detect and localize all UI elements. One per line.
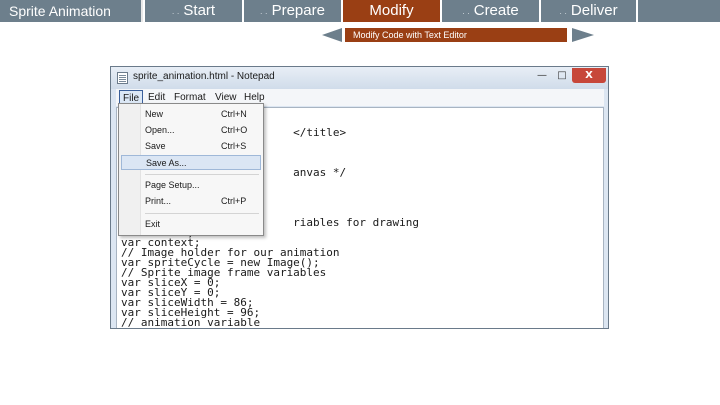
step-navigation: Sprite Animation . . Start . . Prepare Mod… [0, 0, 720, 22]
step-dots: . . [559, 6, 567, 17]
menu-item-shortcut: Ctrl+N [221, 109, 247, 119]
maximize-button[interactable]: □ [552, 68, 572, 83]
window-title: sprite_animation.html - Notepad [133, 71, 275, 82]
menu-item-open[interactable]: Open... Ctrl+O [121, 123, 261, 138]
nav-bar-end [638, 0, 720, 22]
menu-item-save[interactable]: Save Ctrl+S [121, 139, 261, 154]
menu-item-new[interactable]: New Ctrl+N [121, 107, 261, 122]
menu-separator [145, 213, 259, 214]
step-create-label: Create [473, 2, 519, 19]
step-dots: . . [462, 6, 470, 17]
menu-item-label: Open... [145, 125, 175, 135]
step-prepare[interactable]: . . Prepare [244, 0, 341, 22]
step-modify[interactable]: Modify [343, 0, 440, 22]
menu-item-print[interactable]: Print... Ctrl+P [121, 194, 261, 209]
menu-item-exit[interactable]: Exit [121, 217, 261, 232]
step-start-label: Start [183, 2, 216, 19]
menu-item-label: Print... [145, 196, 172, 206]
window-titlebar[interactable]: sprite_animation.html - Notepad — □ X [111, 67, 608, 89]
step-create[interactable]: . . Create [442, 0, 539, 22]
step-deliver-label: Deliver [570, 2, 618, 19]
menu-separator [145, 174, 259, 175]
step-modify-label: Modify [369, 2, 414, 19]
lesson-title: Sprite Animation [0, 0, 143, 22]
step-prepare-label: Prepare [271, 2, 325, 19]
menu-item-label: Save [145, 141, 166, 151]
step-dots: . . [171, 6, 180, 17]
code-line: // animation variable [121, 316, 261, 329]
step-start[interactable]: . . Start [145, 0, 242, 22]
next-arrow-icon[interactable] [572, 28, 594, 42]
previous-arrow-icon[interactable] [322, 28, 342, 42]
step-subcaption: Modify Code with Text Editor [345, 28, 567, 42]
menu-item-page-setup[interactable]: Page Setup... [121, 178, 261, 193]
menu-item-save-as[interactable]: Save As... [121, 155, 261, 170]
close-button[interactable]: X [572, 68, 606, 83]
menu-item-label: Save As... [146, 158, 187, 168]
menu-item-label: Page Setup... [145, 180, 200, 190]
step-deliver[interactable]: . . Deliver [541, 0, 636, 22]
menu-item-label: Exit [145, 219, 161, 229]
menu-item-shortcut: Ctrl+S [221, 141, 247, 151]
menu-item-label: New [145, 109, 164, 119]
step-dots: . . [260, 6, 268, 17]
file-menu-dropdown: New Ctrl+N Open... Ctrl+O Save Ctrl+S Sa… [118, 103, 264, 236]
minimize-button[interactable]: — [532, 68, 552, 83]
notepad-icon [117, 72, 128, 84]
menu-item-shortcut: Ctrl+P [221, 196, 247, 206]
menu-item-shortcut: Ctrl+O [221, 125, 248, 135]
